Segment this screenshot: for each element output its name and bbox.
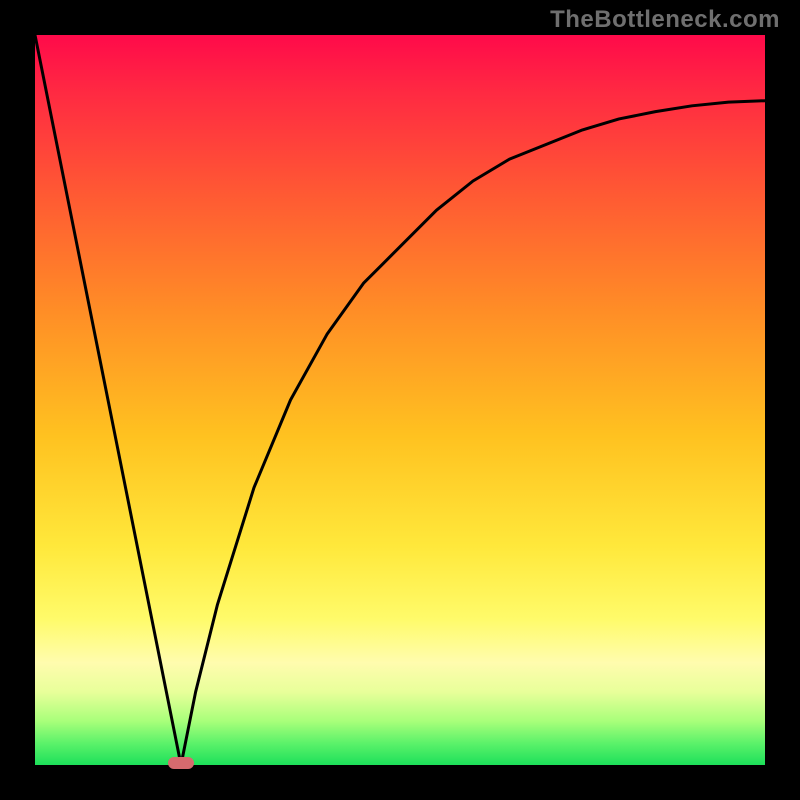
bottleneck-line: [35, 35, 765, 765]
chart-frame: TheBottleneck.com: [0, 0, 800, 800]
watermark-text: TheBottleneck.com: [550, 6, 780, 34]
plot-area: [35, 35, 765, 765]
minimum-marker: [168, 757, 194, 769]
chart-curve: [35, 35, 765, 765]
